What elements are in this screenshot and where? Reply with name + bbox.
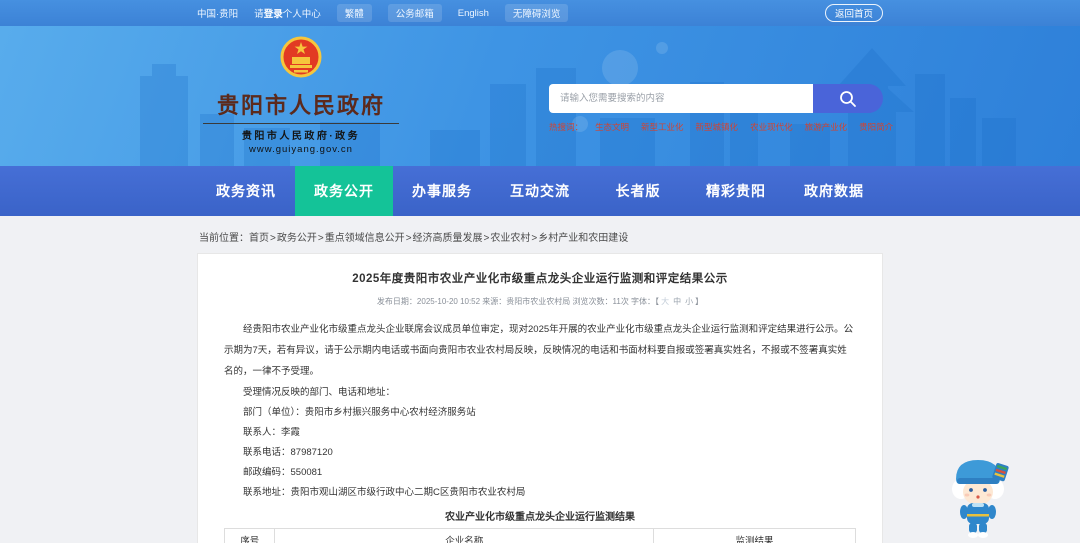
column-header-company: 企业名称 <box>274 528 655 543</box>
column-header-result: 监测结果 <box>653 528 856 543</box>
result-table-caption: 农业产业化市级重点龙头企业运行监测结果 <box>445 512 635 523</box>
national-emblem-icon <box>280 36 322 78</box>
contact-department: 部门（单位）：贵阳市乡村振兴服务中心农村经济服务站 <box>243 407 476 418</box>
hot-search-term[interactable]: 贵阳简介 <box>859 121 893 133</box>
hot-search-label: 热搜词： <box>549 122 584 132</box>
mascot-character-icon <box>952 460 1009 538</box>
site-subtitle: 贵阳市人民政府·政务 <box>203 123 399 142</box>
nav-item-jingcai-guiyang[interactable]: 精彩贵阳 <box>687 166 785 216</box>
search-area: 热搜词： 生态文明 新型工业化 新型城镇化 农业现代化 旅游产业化 贵阳简介 <box>549 84 893 133</box>
main-nav: 政务资讯 政务公开 办事服务 互动交流 长者版 精彩贵阳 政府数据 <box>0 166 1080 216</box>
hot-search-term[interactable]: 新型城镇化 <box>696 121 739 133</box>
site-url: www.guiyang.gov.cn <box>249 144 353 155</box>
nav-item-zhengfu-shuju[interactable]: 政府数据 <box>785 166 883 216</box>
topbar-link-official-mail[interactable]: 公务邮箱 <box>387 4 442 22</box>
article-meta: 发布日期：2025-10-20 10:52 来源：贵阳市农业农村局 浏览次数：1… <box>376 297 704 306</box>
nav-item-hudong-jiaoliu[interactable]: 互动交流 <box>491 166 589 216</box>
breadcrumb-segment[interactable]: 经济高质量发展 <box>413 233 483 244</box>
nav-item-zhengwu-gongkai[interactable]: 政务公开 <box>295 166 393 216</box>
article-meta-text: 发布日期：2025-10-20 10:52 来源：贵阳市农业农村局 浏览次数：1… <box>376 297 660 306</box>
hot-search-term[interactable]: 生态文明 <box>595 121 629 133</box>
back-to-home-button[interactable]: 返回首页 <box>824 4 883 22</box>
article-title: 2025年度贵阳市农业产业化市级重点龙头企业运行监测和评定结果公示 <box>352 273 728 285</box>
breadcrumb-segment[interactable]: 重点领域信息公开 <box>325 233 405 244</box>
article-paragraph: 经贵阳市农业产业化市级重点龙头企业联席会议成员单位审定，现对2025年开展的农业… <box>224 324 854 377</box>
breadcrumb: 当前位置：首页>政务公开>重点领域信息公开>经济高质量发展>农业农村>乡村产业和… <box>199 233 629 244</box>
breadcrumb-segment[interactable]: 政务公开 <box>277 233 317 244</box>
breadcrumb-home[interactable]: 首页 <box>249 233 269 244</box>
font-size-large-button[interactable]: 大 <box>661 297 669 306</box>
contact-person: 联系人：李霞 <box>243 427 301 438</box>
hot-search-term[interactable]: 新型工业化 <box>641 121 684 133</box>
hot-search-row: 热搜词： 生态文明 新型工业化 新型城镇化 农业现代化 旅游产业化 贵阳简介 <box>549 121 893 133</box>
top-utility-bar: 中国·贵阳 请登录个人中心 繁體 公务邮箱 English 无障碍浏览 返回首页 <box>0 0 1080 26</box>
nav-item-zhangzheban[interactable]: 长者版 <box>589 166 687 216</box>
contact-postcode: 邮政编码：550081 <box>243 467 323 478</box>
article-paragraph: 受理情况反映的部门、电话和地址： <box>243 387 396 398</box>
hot-search-term[interactable]: 农业现代化 <box>750 121 793 133</box>
breadcrumb-segment[interactable]: 农业农村 <box>490 233 530 244</box>
mascot-widget[interactable] <box>942 448 1014 540</box>
article-card: 2025年度贵阳市农业产业化市级重点龙头企业运行监测和评定结果公示 发布日期：2… <box>197 253 883 543</box>
nav-item-banshi-fuwu[interactable]: 办事服务 <box>393 166 491 216</box>
font-size-small-button[interactable]: 小 <box>685 297 693 306</box>
article-body: 经贵阳市农业产业化市级重点龙头企业联席会议成员单位审定，现对2025年开展的农业… <box>224 319 856 503</box>
topbar-link-english[interactable]: English <box>458 8 489 19</box>
contact-phone: 联系电话：87987120 <box>243 447 333 458</box>
site-logo[interactable]: 贵阳市人民政府 贵阳市人民政府·政务 www.guiyang.gov.cn <box>203 34 399 155</box>
topbar-link-traditional-chinese[interactable]: 繁體 <box>336 4 372 22</box>
breadcrumb-segment[interactable]: 乡村产业和农田建设 <box>538 233 628 244</box>
topbar-login-link[interactable]: 请登录个人中心 <box>254 6 321 20</box>
topbar-link-china-guiyang[interactable]: 中国·贵阳 <box>197 6 238 20</box>
site-banner: 贵阳市人民政府 贵阳市人民政府·政务 www.guiyang.gov.cn 热搜… <box>0 26 1080 166</box>
hot-search-term[interactable]: 旅游产业化 <box>805 121 848 133</box>
search-input[interactable] <box>549 84 813 113</box>
table-header-row: 序号 企业名称 监测结果 <box>223 528 856 543</box>
contact-address: 联系地址：贵阳市观山湖区市级行政中心二期C区贵阳市农业农村局 <box>243 487 526 498</box>
site-title: 贵阳市人民政府 <box>216 93 385 118</box>
font-size-medium-button[interactable]: 中 <box>673 297 681 306</box>
monitoring-result-table: 序号 企业名称 监测结果 1 贵州合力超市采购有限公司 合格 2 贵州友禾种业有… <box>223 528 856 543</box>
column-header-no: 序号 <box>223 528 276 543</box>
search-button[interactable] <box>813 84 883 113</box>
breadcrumb-label: 当前位置： <box>199 233 249 244</box>
nav-item-zhengwu-zixun[interactable]: 政务资讯 <box>197 166 295 216</box>
topbar-link-accessibility[interactable]: 无障碍浏览 <box>504 4 569 22</box>
search-icon <box>840 90 856 107</box>
